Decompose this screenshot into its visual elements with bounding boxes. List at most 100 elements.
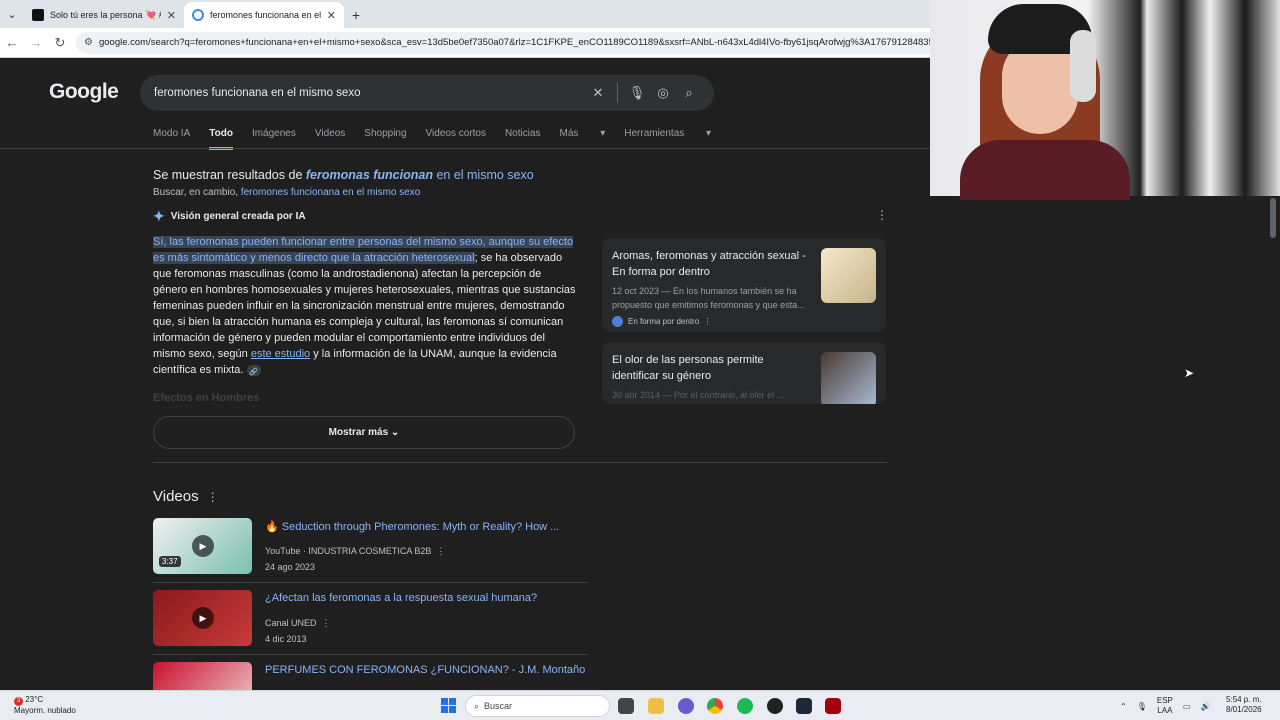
video-title[interactable]: ¿Afectan las feromonas a la respuesta se… <box>265 592 537 604</box>
video-title[interactable]: PERFUMES CON FEROMONAS ¿FUNCIONAN? - J.M… <box>265 664 585 676</box>
tiktok-icon <box>32 9 44 21</box>
system-tray[interactable]: ⌃ 🎙 ESP LAA ▭ 🔊 <box>1120 696 1210 716</box>
tab-tiktok[interactable]: Solo tú eres la persona 💘 #de ✕ <box>24 2 184 28</box>
mouse-cursor-icon: ➤ <box>1184 366 1195 380</box>
video-divider <box>153 582 588 583</box>
close-tab-icon[interactable]: ✕ <box>327 9 336 22</box>
tab-noticias[interactable]: Noticias <box>505 128 541 150</box>
video-result[interactable]: PERFUMES CON FEROMONAS ¿FUNCIONAN? - J.M… <box>153 662 588 690</box>
weather-widget[interactable]: 3 23°C Mayorm. nublado <box>14 695 76 716</box>
network-icon: ▭ <box>1182 701 1191 711</box>
video-thumbnail[interactable] <box>153 662 252 690</box>
tab-herramientas[interactable]: Herramientas ▾ <box>624 128 711 150</box>
windows-taskbar: 3 23°C Mayorm. nublado ⌕ Buscar ⌃ 🎙 ESP LA… <box>0 690 1280 720</box>
ai-overview-text: Sí, las feromonas pueden funcionar entre… <box>153 236 576 376</box>
taskbar-search[interactable]: ⌕ Buscar <box>465 695 610 717</box>
forward-icon[interactable]: → <box>24 35 48 50</box>
tab-modo-ia[interactable]: Modo IA <box>153 128 190 150</box>
tab-search-icon[interactable]: ⌄ <box>0 0 24 28</box>
dota-icon[interactable] <box>825 698 841 714</box>
tab-title: feromones funcionana en el mi <box>210 10 321 20</box>
more-options-icon[interactable]: ⋮ <box>876 208 888 222</box>
new-tab-icon[interactable]: + <box>344 2 368 28</box>
steam-icon[interactable] <box>796 698 812 714</box>
card-source: En forma por dentro ⋮ <box>612 316 876 327</box>
tab-imagenes[interactable]: Imágenes <box>252 128 296 150</box>
microphone-icon[interactable]: 🎙 <box>624 85 650 101</box>
source-card[interactable]: Aromas, feromonas y atracción sexual - E… <box>602 238 886 332</box>
obs-icon[interactable] <box>767 698 783 714</box>
tab-title: Solo tú eres la persona 💘 #de <box>50 9 161 20</box>
google-logo[interactable]: Google <box>49 80 119 104</box>
video-result[interactable]: ▶ ¿Afectan las feromonas a la respuesta … <box>153 590 588 662</box>
spelling-correction: Se muestran resultados de feromonas func… <box>153 168 534 182</box>
source-card[interactable]: El olor de las personas permite identifi… <box>602 342 886 404</box>
video-title[interactable]: 🔥 Seduction through Pheromones: Myth or … <box>265 520 559 533</box>
play-icon[interactable]: ▶ <box>192 535 214 557</box>
back-icon[interactable]: ← <box>0 35 24 50</box>
search-icon[interactable]: ⌕ <box>676 85 702 101</box>
corrected-query-link[interactable]: feromonas funcionan en el mismo sexo <box>306 168 534 182</box>
taskbar-clock[interactable]: 5:54 p. m. 8/01/2026 <box>1226 695 1262 715</box>
search-input[interactable]: feromones funcionana en el mismo sexo <box>154 87 585 99</box>
file-explorer-icon[interactable] <box>648 698 664 714</box>
notification-badge: 3 <box>14 697 23 706</box>
source-link[interactable]: este estudio <box>251 348 310 360</box>
search-instead: Buscar, en cambio, feromones funcionana … <box>153 187 421 198</box>
video-date: 24 ago 2023 <box>265 562 316 572</box>
language-indicator: ESP LAA <box>1156 696 1173 715</box>
tab-videos[interactable]: Videos <box>315 128 345 150</box>
original-query-link[interactable]: feromones funcionana en el mismo sexo <box>241 187 421 198</box>
card-description: 12 oct 2023 — En los humanos también se … <box>612 286 805 310</box>
webcam-overlay <box>930 0 1280 200</box>
card-thumbnail <box>821 352 876 404</box>
ai-overview-header: ✦ Visión general creada por IA <box>153 208 306 224</box>
video-duration: 3:37 <box>159 556 181 567</box>
header-divider <box>0 148 930 149</box>
search-box[interactable]: feromones funcionana en el mismo sexo ✕ … <box>140 75 714 111</box>
search-separator <box>617 83 618 103</box>
discord-icon[interactable] <box>678 698 694 714</box>
close-tab-icon[interactable]: ✕ <box>167 9 176 22</box>
tab-mas[interactable]: Más ▾ <box>560 128 606 150</box>
clear-icon[interactable]: ✕ <box>585 85 611 101</box>
google-icon <box>192 9 204 21</box>
video-result[interactable]: ▶ 3:37 🔥 Seduction through Pheromones: M… <box>153 518 588 590</box>
reload-icon[interactable]: ↻ <box>48 35 72 51</box>
volume-icon: 🔊 <box>1200 701 1211 711</box>
chevron-up-icon: ⌃ <box>1120 701 1127 711</box>
source-favicon-icon <box>612 316 623 327</box>
webcam-sweater <box>960 140 1130 200</box>
tab-google[interactable]: feromones funcionana en el mi ✕ <box>184 2 344 28</box>
site-info-icon[interactable]: ⚙ <box>84 37 93 48</box>
video-meta: YouTube · INDUSTRIA COSMETICA B2B ⋮ <box>265 546 446 556</box>
ai-faded-heading: Efectos en Hombres <box>153 392 260 404</box>
windows-start-icon[interactable] <box>441 698 456 713</box>
section-divider <box>153 462 887 463</box>
microphone-tray-icon: 🎙 <box>1136 701 1147 711</box>
link-icon[interactable]: 🔗 <box>246 364 261 376</box>
videos-heading: Videos ⋮ <box>153 488 219 505</box>
card-description: 30 abr 2014 — Por el contrario, al oler … <box>612 390 785 400</box>
tab-shopping[interactable]: Shopping <box>364 128 406 150</box>
url-text: google.com/search?q=feromones+funcionana… <box>98 37 953 48</box>
card-title: Aromas, feromonas y atracción sexual - E… <box>612 250 806 278</box>
card-thumbnail <box>821 248 876 303</box>
chrome-icon[interactable] <box>707 698 723 714</box>
search-nav-tabs: Modo IA Todo Imágenes Videos Shopping Vi… <box>153 128 730 150</box>
more-options-icon[interactable]: ⋮ <box>207 490 219 504</box>
play-icon[interactable]: ▶ <box>192 607 214 629</box>
video-divider <box>153 654 588 655</box>
scrollbar-thumb[interactable] <box>1270 198 1276 238</box>
card-title: El olor de las personas permite identifi… <box>612 354 764 382</box>
lens-icon[interactable]: ◎ <box>650 85 676 101</box>
video-meta: Canal UNED ⋮ <box>265 618 331 628</box>
tab-todo[interactable]: Todo <box>209 128 233 150</box>
spotify-icon[interactable] <box>737 698 753 714</box>
task-view-icon[interactable] <box>618 698 634 714</box>
video-date: 4 dic 2013 <box>265 634 307 644</box>
show-more-button[interactable]: Mostrar más ⌄ <box>153 416 575 449</box>
headphones-icon <box>1070 30 1096 102</box>
sparkle-icon: ✦ <box>153 208 165 224</box>
tab-videos-cortos[interactable]: Videos cortos <box>426 128 486 150</box>
